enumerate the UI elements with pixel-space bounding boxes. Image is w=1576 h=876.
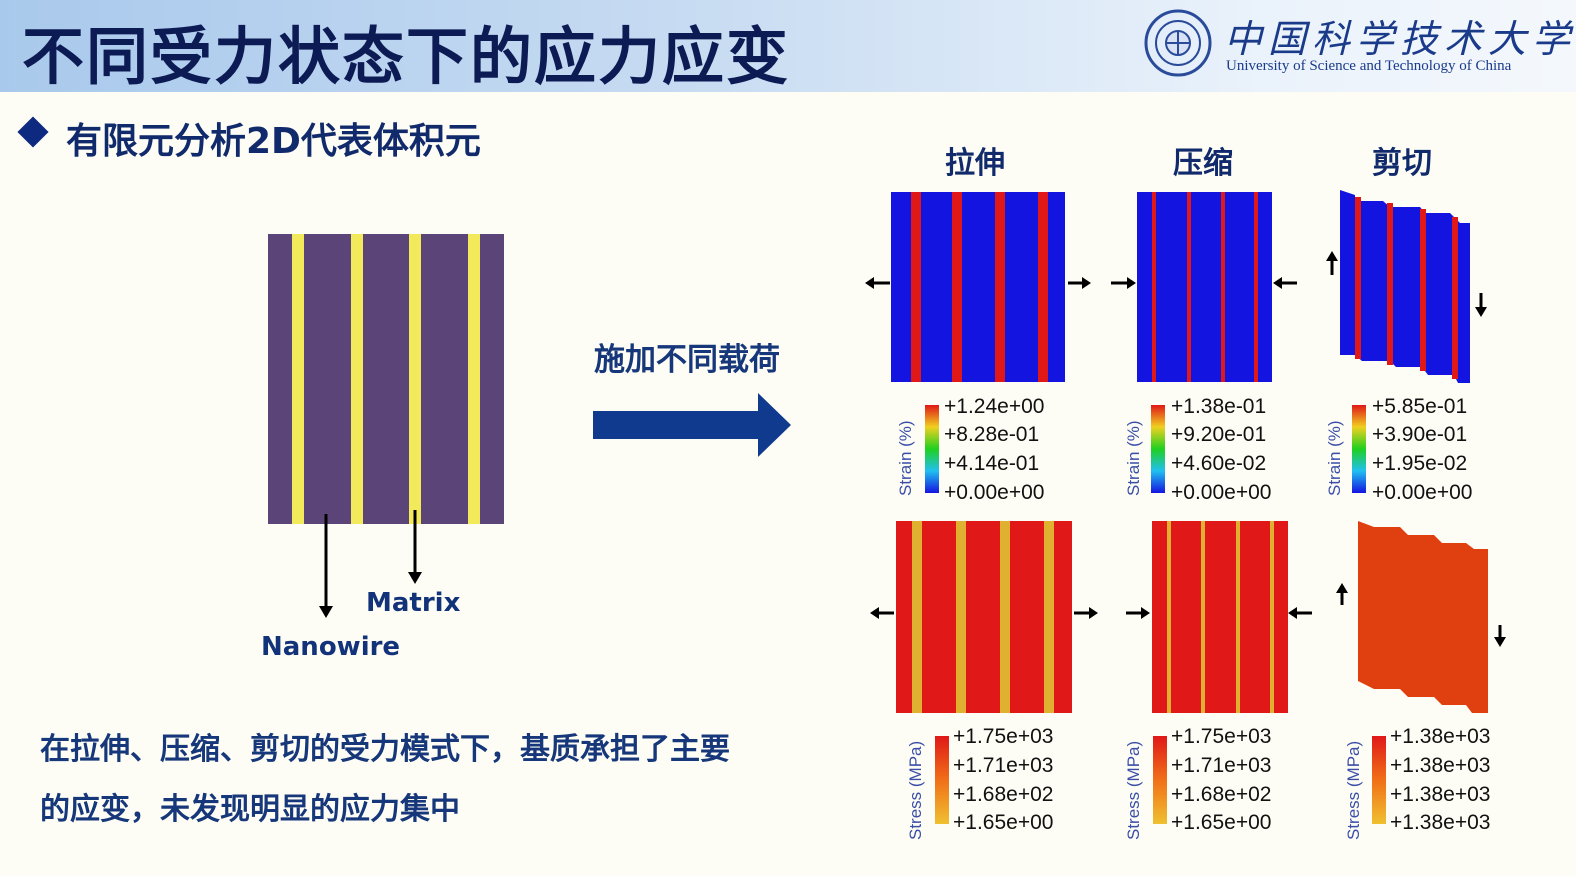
column-title-tension: 拉伸 — [945, 146, 1005, 181]
legend-value: +9.20e-01 — [1171, 423, 1267, 446]
legend-value: +4.14e-01 — [944, 452, 1040, 475]
legend-value: +0.00e+00 — [944, 481, 1045, 504]
legend-value: +3.90e-01 — [1372, 423, 1468, 446]
stress-contour-tension — [896, 521, 1072, 713]
university-name-cn: 中国科学技术大学 — [1224, 17, 1576, 61]
legend-value: +1.65e+00 — [953, 811, 1054, 834]
legend-value: +1.38e+03 — [1390, 811, 1491, 834]
legend-value: +1.38e-01 — [1171, 395, 1267, 418]
legend-value: +1.71e+03 — [1171, 754, 1272, 777]
diamond-bullet-icon — [17, 116, 49, 148]
column-title-shear: 剪切 — [1372, 146, 1432, 181]
legend-value: +5.85e-01 — [1372, 395, 1468, 418]
strain-legend-title: Strain (%) — [1124, 420, 1143, 496]
slide-title: 不同受力状态下的应力应变 — [22, 20, 791, 93]
legend-value: +4.60e-02 — [1171, 452, 1267, 475]
legend-value: +1.38e+03 — [1390, 754, 1491, 777]
strain-colorbar-shear — [1352, 405, 1366, 493]
nanowire-strip — [292, 234, 304, 524]
nanowire-strip — [409, 234, 421, 524]
stress-legend-title: Stress (MPa) — [1124, 740, 1143, 840]
legend-value: +1.65e+00 — [1171, 811, 1272, 834]
stress-legend-title: Stress (MPa) — [1344, 740, 1363, 840]
legend-value: +0.00e+00 — [1372, 481, 1473, 504]
stress-contour-compression — [1152, 521, 1288, 713]
nanowire-strip — [351, 234, 363, 524]
legend-value: +0.00e+00 — [1171, 481, 1272, 504]
university-name-en: University of Science and Technology of … — [1226, 58, 1512, 74]
legend-value: +1.38e+03 — [1390, 783, 1491, 806]
strain-contour-tension — [891, 192, 1065, 382]
legend-value: +1.68e+02 — [1171, 783, 1272, 806]
strain-legend-title: Strain (%) — [1325, 420, 1344, 496]
strain-contours — [865, 190, 1487, 383]
stress-contour-shear — [1358, 521, 1488, 713]
stress-colorbar-compression — [1153, 736, 1167, 824]
stress-colorbar-shear — [1372, 736, 1386, 824]
column-title-compression: 压缩 — [1173, 146, 1233, 181]
stress-contours — [870, 521, 1506, 713]
load-arrow-icon — [593, 393, 791, 457]
nanowire-label: Nanowire — [261, 632, 401, 662]
strain-colorbar-compression — [1151, 405, 1165, 493]
strain-legend-title: Strain (%) — [896, 420, 915, 496]
matrix-label: Matrix — [366, 588, 461, 618]
legend-value: +8.28e-01 — [944, 423, 1040, 446]
conclusion-line-1: 在拉伸、压缩、剪切的受力模式下，基质承担了主要 — [40, 732, 730, 767]
legend-value: +1.71e+03 — [953, 754, 1054, 777]
strain-contour-shear — [1340, 190, 1470, 383]
nanowire-strip — [468, 234, 480, 524]
legend-value: +1.95e-02 — [1372, 452, 1468, 475]
strain-contour-compression — [1137, 192, 1272, 382]
legend-value: +1.68e+02 — [953, 783, 1054, 806]
legend-value: +1.75e+03 — [1171, 725, 1272, 748]
rve-diagram — [268, 234, 504, 524]
legend-value: +1.24e+00 — [944, 395, 1045, 418]
stress-colorbar-tension — [935, 736, 949, 824]
section-subtitle: 有限元分析2D代表体积元 — [66, 121, 481, 162]
conclusion-line-2: 的应变，未发现明显的应力集中 — [40, 792, 460, 827]
university-seal-logo — [1144, 9, 1212, 77]
legend-value: +1.75e+03 — [953, 725, 1054, 748]
load-arrow-label: 施加不同载荷 — [594, 342, 780, 378]
legend-value: +1.38e+03 — [1390, 725, 1491, 748]
strain-colorbar-tension — [925, 405, 939, 493]
stress-legend-title: Stress (MPa) — [906, 740, 925, 840]
